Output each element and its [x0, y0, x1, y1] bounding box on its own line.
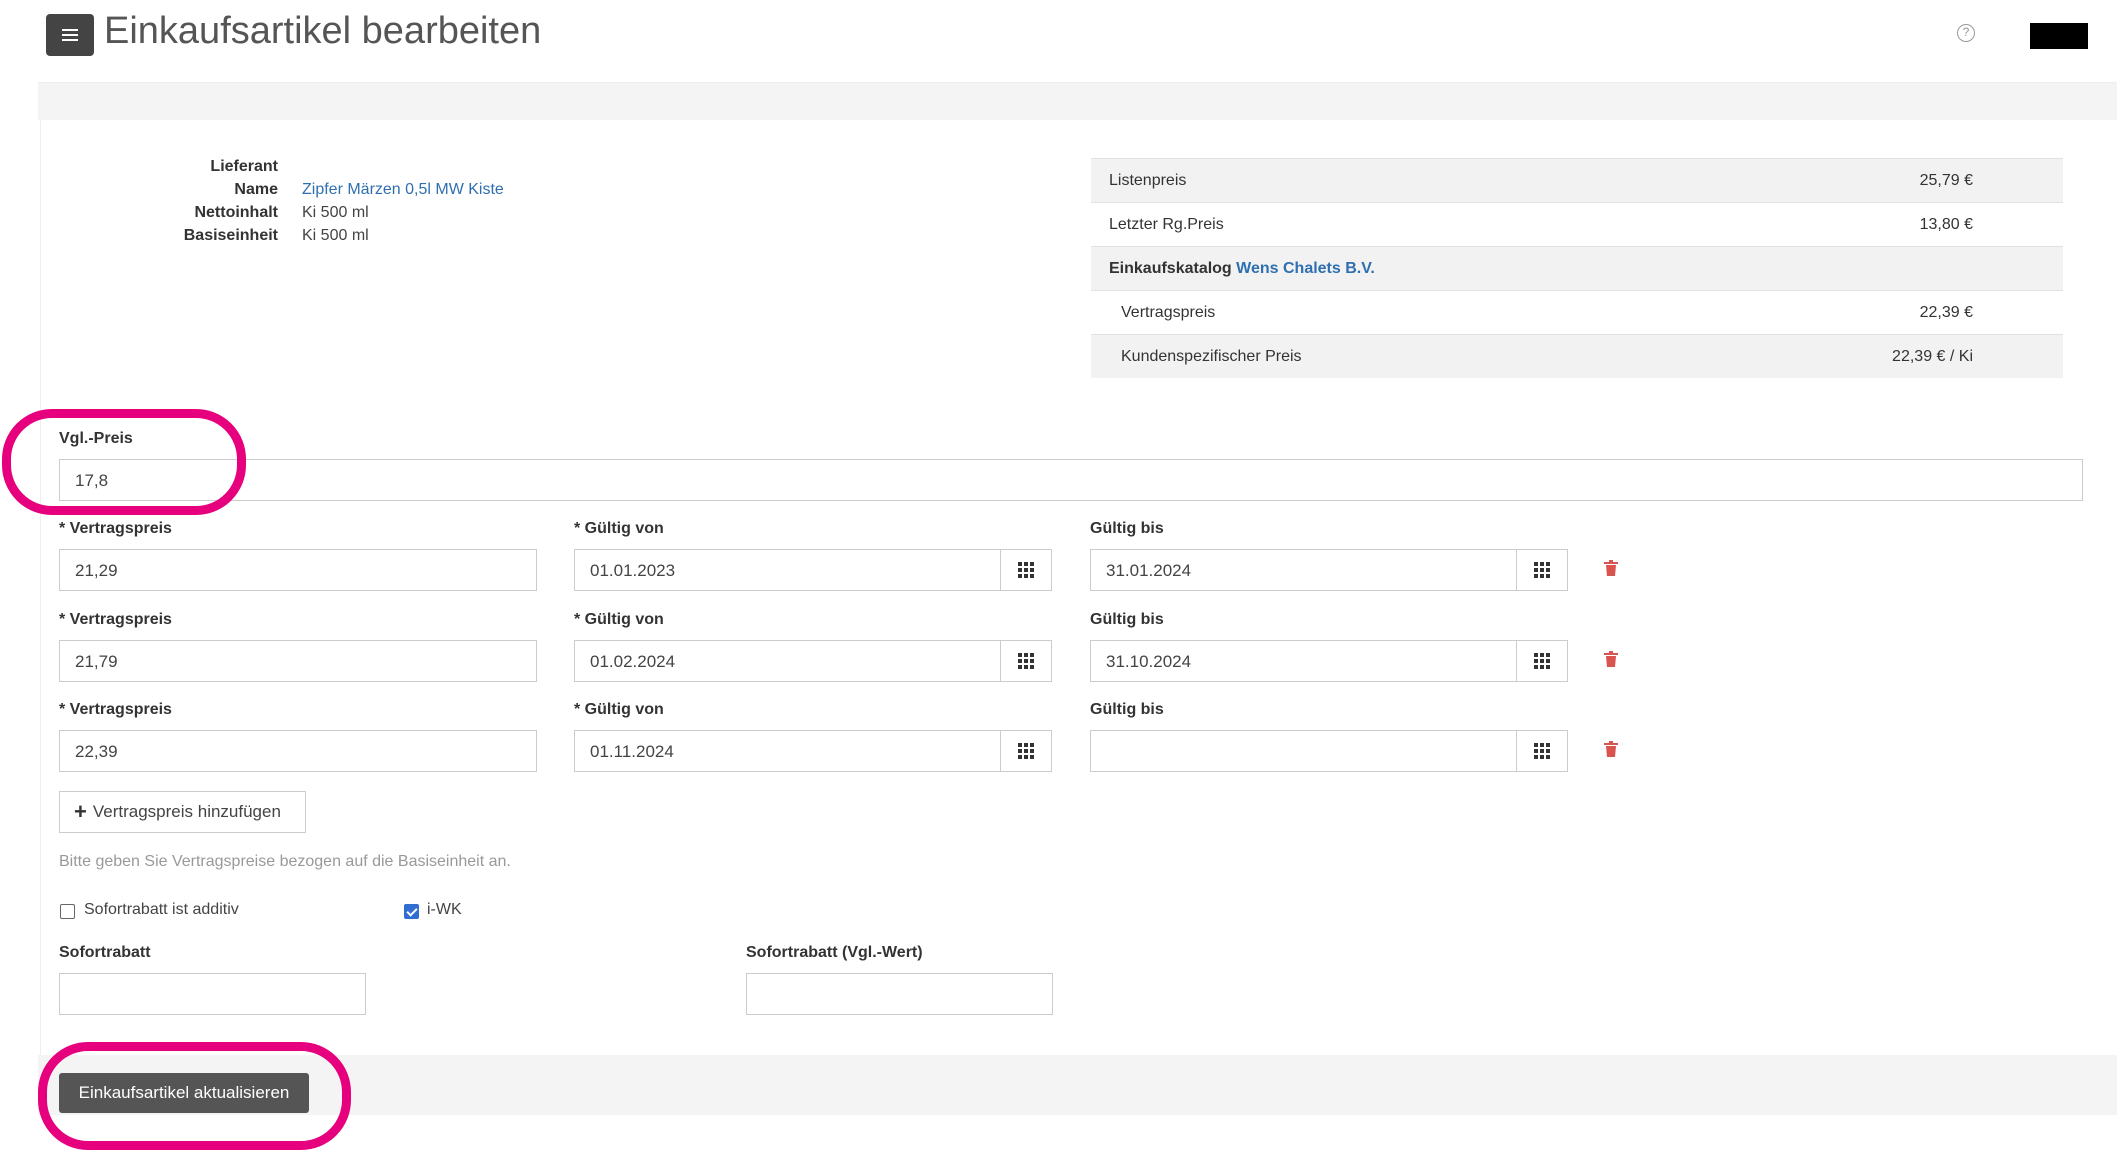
calendar-button[interactable]: [1516, 549, 1568, 591]
price-label: Letzter Rg.Preis: [1109, 216, 1224, 233]
toolbar-band: [38, 82, 2117, 120]
gueltig-bis-input[interactable]: [1090, 730, 1517, 772]
sofortrabatt-input[interactable]: [59, 973, 366, 1015]
info-label: Name: [234, 181, 278, 198]
gueltig-von-input[interactable]: 01.11.2024: [574, 730, 1001, 772]
sofortrabatt-additiv-label: Sofortrabatt ist additiv: [84, 901, 239, 918]
info-label: Lieferant: [210, 158, 278, 175]
price-row-katalog: Einkaufskatalog Wens Chalets B.V.: [1091, 246, 2063, 290]
menu-button[interactable]: [46, 14, 94, 56]
trash-icon[interactable]: [1604, 741, 1618, 757]
iwk-label: i-WK: [427, 901, 462, 918]
price-row-kunden: Kundenspezifischer Preis 22,39 € / Ki: [1091, 334, 2063, 378]
gueltig-bis-input[interactable]: 31.01.2024: [1090, 549, 1517, 591]
info-label: Basiseinheit: [183, 227, 278, 244]
iwk-checkbox[interactable]: [404, 904, 419, 919]
trash-icon[interactable]: [1604, 651, 1618, 667]
price-value: 25,79 €: [1919, 172, 1973, 189]
price-row-letzter: Letzter Rg.Preis 13,80 €: [1091, 202, 2063, 246]
gueltig-bis-label: Gültig bis: [1090, 520, 1164, 537]
vertragspreis-input[interactable]: 22,39: [59, 730, 537, 772]
add-button-label: Vertragspreis hinzufügen: [92, 802, 281, 821]
info-row-name: Name Zipfer Märzen 0,5l MW Kiste: [150, 181, 750, 204]
hint-text: Bitte geben Sie Vertragspreise bezogen a…: [59, 853, 511, 870]
catalog-name-link[interactable]: Wens Chalets B.V.: [1236, 260, 1375, 277]
gueltig-von-label: * Gültig von: [574, 701, 664, 718]
calendar-button[interactable]: [1516, 730, 1568, 772]
gueltig-von-input[interactable]: 01.02.2024: [574, 640, 1001, 682]
calendar-grid-icon: [1018, 653, 1034, 669]
price-value: 13,80 €: [1919, 216, 1973, 233]
vgl-preis-input[interactable]: 17,8: [59, 459, 2083, 501]
info-row-basiseinheit: Basiseinheit Ki 500 ml: [150, 227, 750, 250]
calendar-grid-icon: [1534, 562, 1550, 578]
price-label: Vertragspreis: [1121, 304, 1216, 321]
plus-icon: +: [74, 799, 87, 824]
sofortrabatt-additiv-checkbox[interactable]: [60, 904, 75, 919]
gueltig-bis-label: Gültig bis: [1090, 701, 1164, 718]
highlight-vgl-preis: [2, 409, 246, 515]
info-label: Nettoinhalt: [194, 204, 278, 221]
sofortrabatt-vgl-label: Sofortrabatt (Vgl.-Wert): [746, 944, 923, 961]
calendar-button[interactable]: [1000, 549, 1052, 591]
calendar-button[interactable]: [1000, 640, 1052, 682]
gueltig-bis-input[interactable]: 31.10.2024: [1090, 640, 1517, 682]
hamburger-icon: [62, 29, 78, 41]
highlight-submit: [38, 1042, 351, 1150]
catalog-label-text: Einkaufskatalog: [1109, 260, 1232, 277]
info-row-nettoinhalt: Nettoinhalt Ki 500 ml: [150, 204, 750, 227]
gueltig-bis-label: Gültig bis: [1090, 611, 1164, 628]
vertragspreis-input[interactable]: 21,79: [59, 640, 537, 682]
sofortrabatt-vgl-input[interactable]: [746, 973, 1053, 1015]
price-value: 22,39 € / Ki: [1892, 348, 1973, 365]
calendar-grid-icon: [1018, 562, 1034, 578]
article-name-link[interactable]: Zipfer Märzen 0,5l MW Kiste: [302, 181, 504, 199]
info-value: Ki 500 ml: [302, 227, 369, 244]
calendar-grid-icon: [1018, 743, 1034, 759]
help-icon[interactable]: ?: [1957, 24, 1975, 42]
price-value: 22,39 €: [1919, 304, 1973, 321]
user-avatar[interactable]: [2030, 23, 2088, 49]
page-header: Einkaufsartikel bearbeiten ?: [0, 0, 2117, 82]
info-row-lieferant: Lieferant: [150, 158, 750, 181]
sofortrabatt-label: Sofortrabatt: [59, 944, 151, 961]
vertragspreis-label: * Vertragspreis: [59, 611, 172, 628]
calendar-button[interactable]: [1000, 730, 1052, 772]
article-info: Lieferant Name Zipfer Märzen 0,5l MW Kis…: [150, 158, 750, 250]
vertragspreis-label: * Vertragspreis: [59, 520, 172, 537]
gueltig-von-input[interactable]: 01.01.2023: [574, 549, 1001, 591]
catalog-label: Einkaufskatalog Wens Chalets B.V.: [1109, 260, 1375, 278]
vertragspreis-input[interactable]: 21,29: [59, 549, 537, 591]
calendar-button[interactable]: [1516, 640, 1568, 682]
vertragspreis-label: * Vertragspreis: [59, 701, 172, 718]
calendar-grid-icon: [1534, 743, 1550, 759]
gueltig-von-label: * Gültig von: [574, 611, 664, 628]
price-label: Kundenspezifischer Preis: [1121, 348, 1302, 365]
price-summary-table: Listenpreis 25,79 € Letzter Rg.Preis 13,…: [1091, 158, 2063, 378]
price-label: Listenpreis: [1109, 172, 1187, 189]
price-row-listenpreis: Listenpreis 25,79 €: [1091, 158, 2063, 202]
info-value: Ki 500 ml: [302, 204, 369, 221]
price-row-vertragspreis: Vertragspreis 22,39 €: [1091, 290, 2063, 334]
trash-icon[interactable]: [1604, 560, 1618, 576]
page-title: Einkaufsartikel bearbeiten: [104, 10, 542, 52]
add-vertragspreis-button[interactable]: + Vertragspreis hinzufügen: [59, 791, 306, 833]
gueltig-von-label: * Gültig von: [574, 520, 664, 537]
calendar-grid-icon: [1534, 653, 1550, 669]
